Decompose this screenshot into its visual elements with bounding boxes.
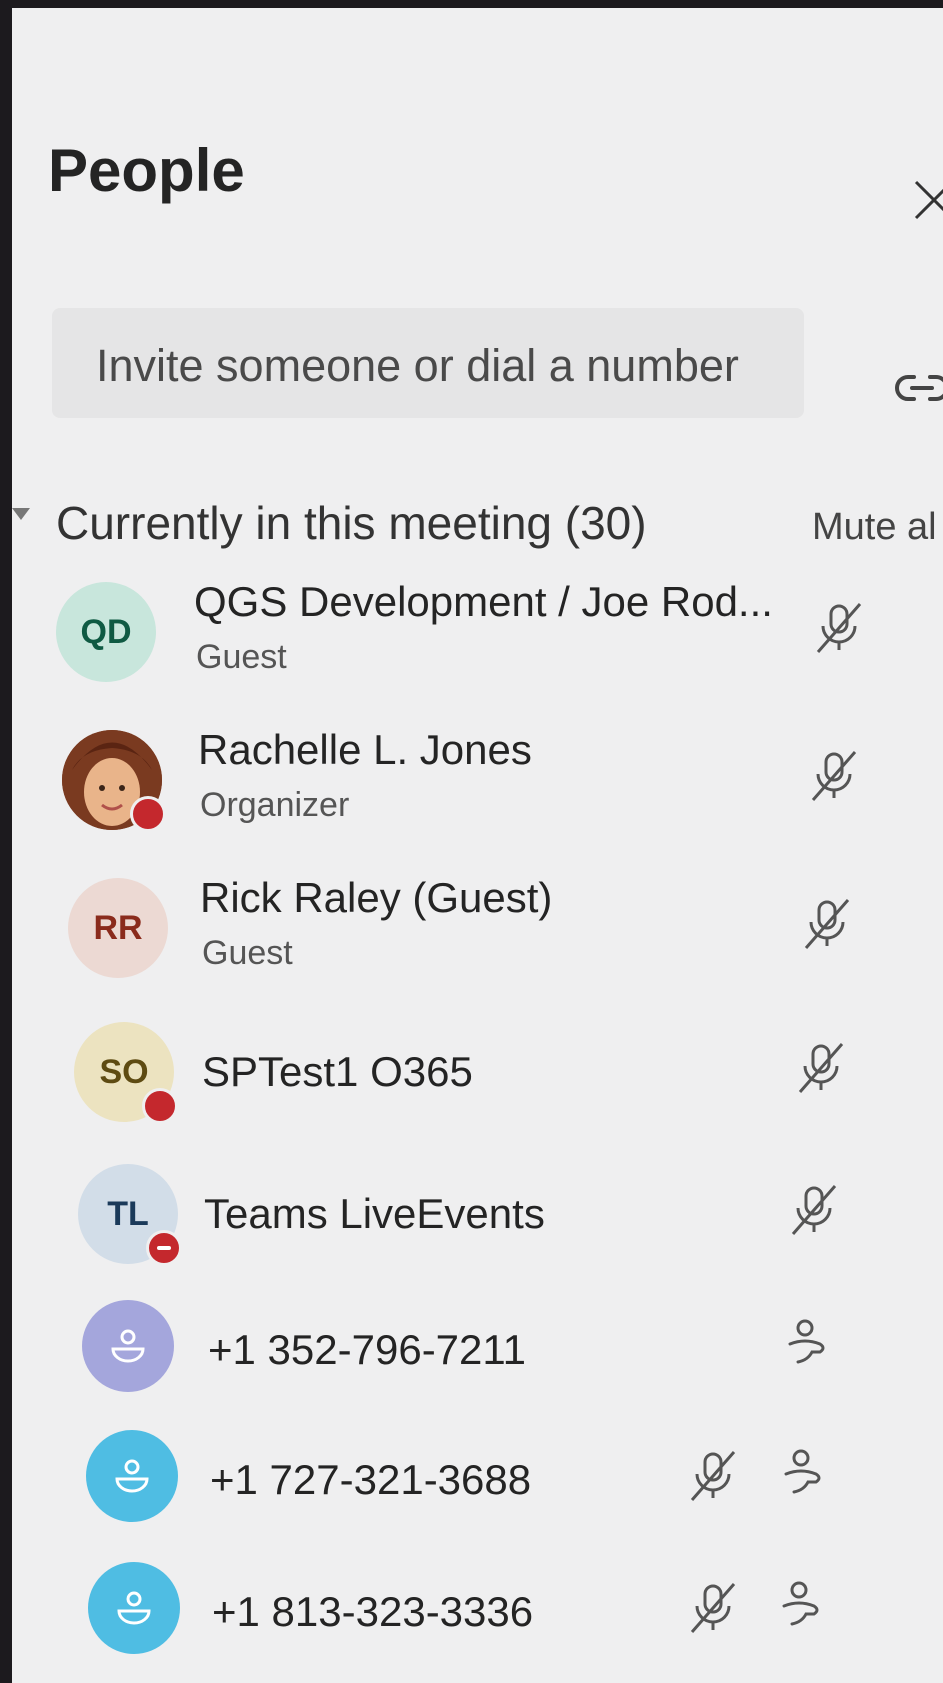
mic-off-icon[interactable] (686, 1578, 740, 1638)
mic-off-icon[interactable] (794, 1038, 848, 1098)
avatar-initials: RR (93, 908, 143, 947)
participant-name: QGS Development / Joe Rod... (194, 578, 773, 625)
close-button[interactable] (912, 178, 943, 222)
participant-row[interactable]: +1 813-323-3336 (12, 1558, 943, 1683)
avatar[interactable] (86, 1430, 178, 1522)
caret-down-icon[interactable] (12, 508, 30, 520)
avatar[interactable] (82, 1300, 174, 1392)
mic-off-icon[interactable] (807, 746, 861, 806)
participant-row[interactable]: +1 727-321-3688 (12, 1426, 943, 1556)
people-panel: People Invite someone or dial a number C… (12, 8, 943, 1683)
status-busy-icon (130, 796, 166, 832)
participant-role: Guest (196, 638, 287, 676)
avatar[interactable] (88, 1562, 180, 1654)
mic-off-icon[interactable] (800, 894, 854, 954)
participant-row[interactable]: QD QGS Development / Joe Rod... Guest (12, 578, 943, 708)
share-link-button[interactable] (892, 363, 943, 413)
participant-name: +1 352-796-7211 (208, 1326, 526, 1373)
participant-row[interactable]: TL Teams LiveEvents (12, 1160, 943, 1290)
close-icon (914, 180, 943, 220)
phone-person-icon (117, 1591, 151, 1625)
participant-role: Guest (202, 934, 293, 972)
participant-name: SPTest1 O365 (202, 1048, 473, 1095)
participant-name: +1 813-323-3336 (212, 1588, 534, 1635)
mute-all-button[interactable]: Mute al (812, 506, 937, 549)
status-dnd-icon (146, 1230, 182, 1266)
avatar-initials: SO (99, 1052, 149, 1091)
meeting-section-header[interactable]: Currently in this meeting (30) Mute al (12, 488, 943, 558)
status-busy-icon (142, 1088, 178, 1124)
audio-caller-icon (778, 1312, 832, 1372)
section-title: Currently in this meeting (30) (56, 497, 647, 549)
avatar-initials: TL (107, 1194, 149, 1233)
participant-role: Organizer (200, 786, 350, 824)
phone-person-icon (111, 1329, 145, 1363)
avatar-initials: QD (80, 612, 132, 651)
mic-off-icon[interactable] (787, 1180, 841, 1240)
mic-off-icon[interactable] (812, 598, 866, 658)
invite-input[interactable]: Invite someone or dial a number (52, 308, 804, 418)
audio-caller-icon (772, 1574, 826, 1634)
participant-name: Rachelle L. Jones (198, 726, 532, 773)
participant-row[interactable]: RR Rick Raley (Guest) Guest (12, 874, 943, 1004)
participant-row[interactable]: SO SPTest1 O365 (12, 1018, 943, 1148)
avatar[interactable]: QD (56, 582, 156, 682)
audio-caller-icon (774, 1442, 828, 1502)
mic-off-icon[interactable] (686, 1446, 740, 1506)
link-icon (895, 375, 943, 401)
phone-person-icon (115, 1459, 149, 1493)
participant-name: Teams LiveEvents (204, 1190, 545, 1237)
participant-name: +1 727-321-3688 (210, 1456, 532, 1503)
invite-placeholder: Invite someone or dial a number (96, 340, 739, 391)
page-title: People (48, 137, 245, 204)
participant-name: Rick Raley (Guest) (200, 874, 553, 921)
participant-row[interactable]: +1 352-796-7211 (12, 1296, 943, 1426)
avatar[interactable]: RR (68, 878, 168, 978)
participant-row[interactable]: Rachelle L. Jones Organizer (12, 726, 943, 856)
